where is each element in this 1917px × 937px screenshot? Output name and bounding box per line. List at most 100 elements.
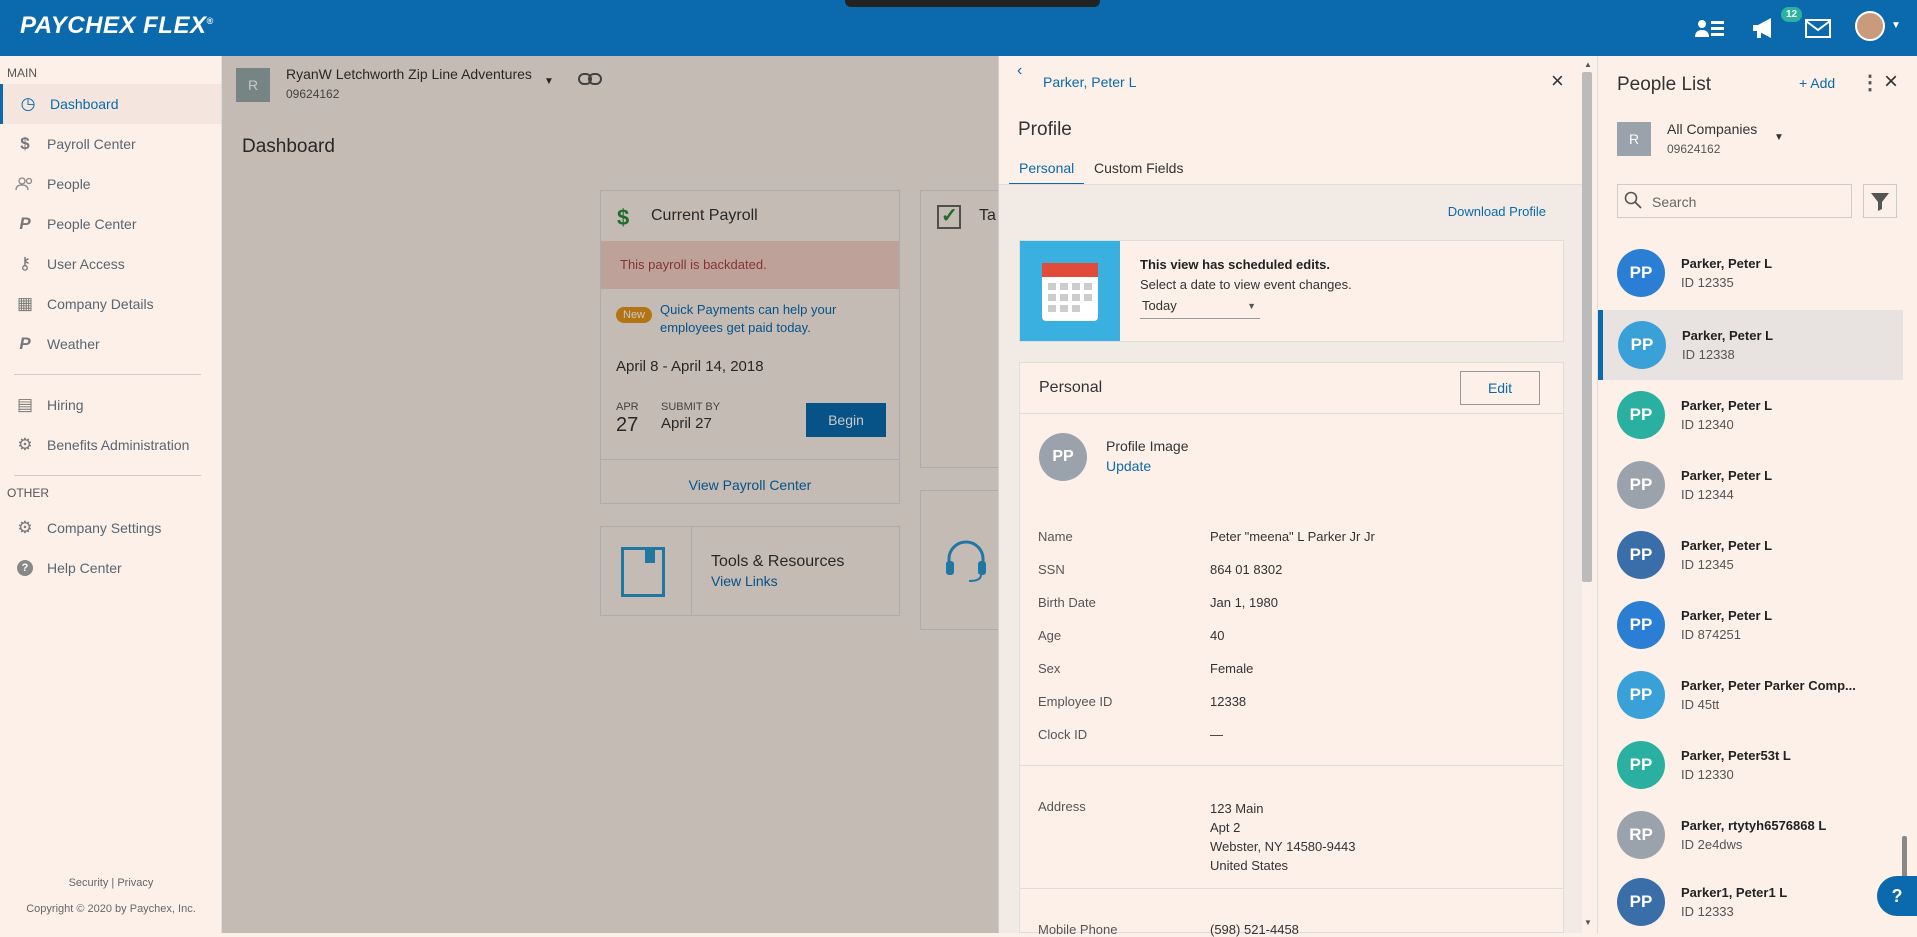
update-link[interactable]: Update — [1106, 458, 1151, 474]
dashboard-main: R RyanW Letchworth Zip Line Adventures 0… — [222, 56, 1000, 933]
section-title: Personal — [1039, 379, 1103, 396]
sidebar-item-dashboard[interactable]: ◷ Dashboard — [0, 84, 221, 124]
headset-icon — [943, 539, 989, 592]
company-id: 09624162 — [1667, 142, 1721, 156]
privacy-link[interactable]: Privacy — [117, 877, 153, 889]
list-item[interactable]: PP Parker, Peter L ID 12340 — [1597, 380, 1902, 450]
close-icon[interactable]: × — [1551, 68, 1564, 94]
section-label-main: MAIN — [7, 66, 37, 80]
chevron-left-icon[interactable]: ‹ — [1017, 62, 1022, 80]
chevron-down-icon[interactable]: ▼ — [1774, 132, 1784, 143]
company-avatar: R — [236, 68, 270, 102]
payroll-period: April 8 - April 14, 2018 — [616, 358, 764, 375]
list-item[interactable]: PP Parker, Peter L ID 874251 — [1597, 590, 1902, 660]
submit-by-date: April 27 — [661, 415, 712, 432]
tools-title: Tools & Resources — [711, 553, 845, 570]
back-link[interactable]: Parker, Peter L — [1043, 74, 1136, 90]
benefits-icon: ⚙ — [17, 435, 33, 454]
scheduled-title: This view has scheduled edits. — [1140, 257, 1331, 272]
user-avatar[interactable] — [1855, 11, 1885, 41]
dollar-icon: $ — [617, 205, 630, 230]
calendar-icon — [1020, 241, 1120, 341]
sidebar-item-weather[interactable]: P Weather — [0, 324, 221, 364]
inbox-icon[interactable] — [1802, 14, 1834, 42]
sidebar: MAIN ◷ Dashboard $ Payroll Center People P… — [0, 56, 222, 933]
gear-icon: ⚙ — [17, 518, 33, 537]
panel-scrollbar[interactable] — [1582, 72, 1592, 582]
list-item[interactable]: RP Parker, rtytyh6576868 L ID 2e4dws — [1597, 800, 1902, 870]
tab-custom-fields[interactable]: Custom Fields — [1094, 156, 1183, 180]
building-icon: ▦ — [16, 294, 34, 313]
company-select[interactable]: All Companies — [1667, 121, 1757, 137]
help-button[interactable]: ? — [1877, 876, 1917, 916]
book-icon — [621, 547, 665, 597]
submit-by-label: SUBMIT BY — [661, 401, 721, 413]
search-input[interactable]: Search — [1617, 184, 1852, 218]
sidebar-footer: Security | Privacy Copyright © 2020 by P… — [0, 877, 222, 915]
profile-avatar: PP — [1039, 433, 1087, 481]
link-icon[interactable] — [578, 72, 602, 91]
scheduled-edits-box: This view has scheduled edits. Select a … — [1019, 240, 1564, 342]
list-item[interactable]: PP Parker, Peter Parker Comp... ID 45tt — [1597, 660, 1902, 730]
current-payroll-card: $ Current Payroll This payroll is backda… — [600, 190, 900, 504]
begin-button[interactable]: Begin — [806, 403, 886, 437]
sidebar-item-company-settings[interactable]: ⚙ Company Settings — [0, 508, 221, 548]
company-name[interactable]: RyanW Letchworth Zip Line Adventures — [286, 66, 532, 82]
sidebar-item-help-center[interactable]: ? Help Center — [0, 548, 221, 588]
filter-icon[interactable] — [1863, 184, 1897, 218]
scroll-down-icon[interactable]: ▼ — [1584, 918, 1592, 927]
chevron-down-icon[interactable]: ▼ — [1891, 20, 1901, 31]
list-item[interactable]: PP Parker, Peter53t L ID 12330 — [1597, 730, 1902, 800]
edit-button[interactable]: Edit — [1460, 371, 1540, 405]
divider — [14, 374, 201, 375]
sidebar-item-people[interactable]: People — [0, 164, 221, 204]
close-icon[interactable]: × — [1884, 68, 1898, 96]
people-card-icon[interactable] — [1694, 14, 1726, 42]
page-title: Dashboard — [242, 136, 335, 157]
divider — [14, 475, 201, 476]
view-payroll-center-link[interactable]: View Payroll Center — [601, 477, 899, 493]
toast-bar — [845, 0, 1100, 7]
megaphone-icon[interactable] — [1748, 14, 1780, 42]
quick-payments-link[interactable]: Quick Payments can help your employees g… — [660, 301, 880, 337]
list-item[interactable]: PP Parker, Peter L ID 12345 — [1597, 520, 1902, 590]
sidebar-item-hiring[interactable]: ▤ Hiring — [0, 385, 221, 425]
company-id: 09624162 — [286, 87, 340, 101]
security-link[interactable]: Security — [69, 877, 109, 889]
new-badge: New — [616, 307, 653, 323]
card-title: Ta — [979, 207, 996, 224]
support-card — [920, 490, 1000, 630]
chevron-down-icon: ▼ — [1247, 301, 1256, 311]
dollar-icon: $ — [20, 134, 30, 153]
add-button[interactable]: + Add — [1799, 75, 1835, 91]
p-logo-icon: P — [19, 334, 31, 353]
tab-personal[interactable]: Personal — [1009, 156, 1084, 186]
download-profile-link[interactable]: Download Profile — [1448, 204, 1546, 219]
list-item-selected[interactable]: PP Parker, Peter L ID 12338 — [1598, 310, 1903, 380]
tools-card: Tools & Resources View Links — [600, 526, 900, 616]
people-list-title: People List — [1617, 74, 1712, 95]
chevron-down-icon[interactable]: ▼ — [544, 76, 554, 87]
notification-badge: 12 — [1781, 7, 1803, 22]
more-icon[interactable]: ⋮ — [1860, 70, 1880, 95]
sidebar-item-payroll-center[interactable]: $ Payroll Center — [0, 124, 221, 164]
p-logo-icon: P — [19, 214, 31, 233]
list-item[interactable]: PP Parker1, Peter1 L ID 12333 — [1597, 870, 1902, 933]
section-label-other: OTHER — [7, 486, 49, 500]
profile-image-label: Profile Image — [1106, 438, 1189, 454]
sidebar-item-people-center[interactable]: P People Center — [0, 204, 221, 244]
company-avatar: R — [1617, 122, 1651, 156]
list-item[interactable]: PP Parker, Peter L ID 12344 — [1597, 450, 1902, 520]
sidebar-item-user-access[interactable]: ⚷ User Access — [0, 244, 221, 284]
date-day: 27 — [616, 414, 639, 436]
view-links[interactable]: View Links — [711, 573, 778, 589]
top-bar: PAYCHEX FLEX® 12 ▼ — [0, 0, 1917, 56]
help-icon: ? — [14, 558, 36, 578]
sidebar-item-company-details[interactable]: ▦ Company Details — [0, 284, 221, 324]
list-item[interactable]: PP Parker, Peter L ID 12335 — [1597, 238, 1902, 308]
scroll-up-icon[interactable]: ▲ — [1584, 60, 1592, 69]
sidebar-item-benefits-administration[interactable]: ⚙ Benefits Administration — [0, 425, 221, 465]
card-title: Current Payroll — [651, 207, 758, 224]
date-select[interactable]: Today ▼ — [1140, 295, 1260, 319]
paychex-logo[interactable]: PAYCHEX FLEX® — [20, 12, 214, 40]
